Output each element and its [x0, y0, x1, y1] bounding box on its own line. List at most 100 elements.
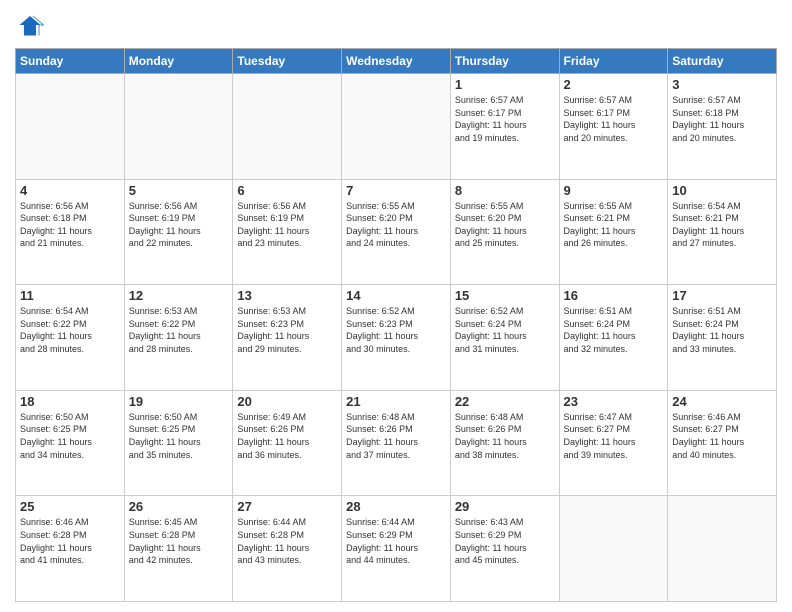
- calendar-cell: [668, 496, 777, 602]
- calendar-cell: [124, 74, 233, 180]
- day-number: 25: [20, 499, 120, 514]
- day-info: Sunrise: 6:55 AM Sunset: 6:20 PM Dayligh…: [455, 200, 555, 250]
- day-info: Sunrise: 6:50 AM Sunset: 6:25 PM Dayligh…: [20, 411, 120, 461]
- calendar-cell: 18 Sunrise: 6:50 AM Sunset: 6:25 PM Dayli…: [16, 390, 125, 496]
- calendar-cell: 28Sunrise: 6:44 AM Sunset: 6:29 PM Dayli…: [342, 496, 451, 602]
- calendar-day-header: Thursday: [450, 49, 559, 74]
- calendar-cell: 25 Sunrise: 6:46 AM Sunset: 6:28 PM Dayli…: [16, 496, 125, 602]
- day-number: 11: [20, 288, 120, 303]
- day-number: 6: [237, 183, 337, 198]
- calendar-cell: 7 Sunrise: 6:55 AM Sunset: 6:20 PM Daylig…: [342, 179, 451, 285]
- calendar-cell: 10 Sunrise: 6:54 AM Sunset: 6:21 PM Dayli…: [668, 179, 777, 285]
- calendar-day-header: Monday: [124, 49, 233, 74]
- calendar-cell: [342, 74, 451, 180]
- logo-icon: [15, 10, 45, 40]
- day-info: Sunrise: 6:56 AM Sunset: 6:18 PM Dayligh…: [20, 200, 120, 250]
- calendar-cell: 9 Sunrise: 6:55 AM Sunset: 6:21 PM Daylig…: [559, 179, 668, 285]
- day-number: 29: [455, 499, 555, 514]
- day-info: Sunrise: 6:54 AM Sunset: 6:22 PM Dayligh…: [20, 305, 120, 355]
- day-info: Sunrise: 6:53 AM Sunset: 6:23 PM Dayligh…: [237, 305, 337, 355]
- day-info: Sunrise: 6:51 AM Sunset: 6:24 PM Dayligh…: [672, 305, 772, 355]
- day-number: 3: [672, 77, 772, 92]
- calendar-week-row: 25 Sunrise: 6:46 AM Sunset: 6:28 PM Dayli…: [16, 496, 777, 602]
- calendar-cell: 17 Sunrise: 6:51 AM Sunset: 6:24 PM Dayli…: [668, 285, 777, 391]
- day-number: 9: [564, 183, 664, 198]
- day-number: 27: [237, 499, 337, 514]
- day-info: Sunrise: 6:47 AM Sunset: 6:27 PM Dayligh…: [564, 411, 664, 461]
- day-number: 16: [564, 288, 664, 303]
- day-info: Sunrise: 6:45 AM Sunset: 6:28 PM Dayligh…: [129, 516, 229, 566]
- day-number: 15: [455, 288, 555, 303]
- day-info: Sunrise: 6:53 AM Sunset: 6:22 PM Dayligh…: [129, 305, 229, 355]
- day-number: 18: [20, 394, 120, 409]
- calendar-cell: 16 Sunrise: 6:51 AM Sunset: 6:24 PM Dayli…: [559, 285, 668, 391]
- calendar-cell: 15Sunrise: 6:52 AM Sunset: 6:24 PM Dayli…: [450, 285, 559, 391]
- day-number: 1: [455, 77, 555, 92]
- calendar-cell: 14 Sunrise: 6:52 AM Sunset: 6:23 PM Dayli…: [342, 285, 451, 391]
- calendar-cell: 8 Sunrise: 6:55 AM Sunset: 6:20 PM Daylig…: [450, 179, 559, 285]
- day-number: 4: [20, 183, 120, 198]
- calendar-cell: [16, 74, 125, 180]
- day-info: Sunrise: 6:55 AM Sunset: 6:21 PM Dayligh…: [564, 200, 664, 250]
- day-info: Sunrise: 6:50 AM Sunset: 6:25 PM Dayligh…: [129, 411, 229, 461]
- day-info: Sunrise: 6:52 AM Sunset: 6:23 PM Dayligh…: [346, 305, 446, 355]
- calendar-cell: 21 Sunrise: 6:48 AM Sunset: 6:26 PM Dayli…: [342, 390, 451, 496]
- day-info: Sunrise: 6:44 AM Sunset: 6:28 PM Dayligh…: [237, 516, 337, 566]
- calendar-cell: 23 Sunrise: 6:47 AM Sunset: 6:27 PM Dayli…: [559, 390, 668, 496]
- calendar-header: SundayMondayTuesdayWednesdayThursdayFrid…: [16, 49, 777, 74]
- day-info: Sunrise: 6:48 AM Sunset: 6:26 PM Dayligh…: [346, 411, 446, 461]
- day-number: 14: [346, 288, 446, 303]
- calendar-day-header: Friday: [559, 49, 668, 74]
- calendar-cell: 3 Sunrise: 6:57 AM Sunset: 6:18 PM Daylig…: [668, 74, 777, 180]
- calendar-cell: 26 Sunrise: 6:45 AM Sunset: 6:28 PM Dayli…: [124, 496, 233, 602]
- day-number: 5: [129, 183, 229, 198]
- calendar-cell: 13Sunrise: 6:53 AM Sunset: 6:23 PM Dayli…: [233, 285, 342, 391]
- day-number: 21: [346, 394, 446, 409]
- day-number: 7: [346, 183, 446, 198]
- calendar-body: 1 Sunrise: 6:57 AM Sunset: 6:17 PM Daylig…: [16, 74, 777, 602]
- day-info: Sunrise: 6:57 AM Sunset: 6:17 PM Dayligh…: [455, 94, 555, 144]
- day-info: Sunrise: 6:48 AM Sunset: 6:26 PM Dayligh…: [455, 411, 555, 461]
- day-number: 20: [237, 394, 337, 409]
- calendar-day-header: Tuesday: [233, 49, 342, 74]
- day-info: Sunrise: 6:54 AM Sunset: 6:21 PM Dayligh…: [672, 200, 772, 250]
- calendar-cell: 22 Sunrise: 6:48 AM Sunset: 6:26 PM Dayli…: [450, 390, 559, 496]
- calendar-cell: 5Sunrise: 6:56 AM Sunset: 6:19 PM Daylig…: [124, 179, 233, 285]
- calendar-cell: 24Sunrise: 6:46 AM Sunset: 6:27 PM Dayli…: [668, 390, 777, 496]
- day-info: Sunrise: 6:49 AM Sunset: 6:26 PM Dayligh…: [237, 411, 337, 461]
- calendar-cell: 2 Sunrise: 6:57 AM Sunset: 6:17 PM Daylig…: [559, 74, 668, 180]
- day-number: 8: [455, 183, 555, 198]
- calendar-header-row: SundayMondayTuesdayWednesdayThursdayFrid…: [16, 49, 777, 74]
- day-info: Sunrise: 6:57 AM Sunset: 6:17 PM Dayligh…: [564, 94, 664, 144]
- calendar-cell: 20 Sunrise: 6:49 AM Sunset: 6:26 PM Dayli…: [233, 390, 342, 496]
- day-number: 19: [129, 394, 229, 409]
- calendar-day-header: Sunday: [16, 49, 125, 74]
- day-info: Sunrise: 6:51 AM Sunset: 6:24 PM Dayligh…: [564, 305, 664, 355]
- day-info: Sunrise: 6:46 AM Sunset: 6:28 PM Dayligh…: [20, 516, 120, 566]
- calendar-cell: 12 Sunrise: 6:53 AM Sunset: 6:22 PM Dayli…: [124, 285, 233, 391]
- day-info: Sunrise: 6:55 AM Sunset: 6:20 PM Dayligh…: [346, 200, 446, 250]
- calendar-week-row: 18 Sunrise: 6:50 AM Sunset: 6:25 PM Dayli…: [16, 390, 777, 496]
- day-info: Sunrise: 6:57 AM Sunset: 6:18 PM Dayligh…: [672, 94, 772, 144]
- calendar-week-row: 4 Sunrise: 6:56 AM Sunset: 6:18 PM Daylig…: [16, 179, 777, 285]
- calendar-cell: [559, 496, 668, 602]
- calendar-week-row: 1 Sunrise: 6:57 AM Sunset: 6:17 PM Daylig…: [16, 74, 777, 180]
- calendar-cell: [233, 74, 342, 180]
- calendar-cell: 11 Sunrise: 6:54 AM Sunset: 6:22 PM Dayli…: [16, 285, 125, 391]
- day-number: 26: [129, 499, 229, 514]
- day-number: 12: [129, 288, 229, 303]
- calendar-cell: 6Sunrise: 6:56 AM Sunset: 6:19 PM Daylig…: [233, 179, 342, 285]
- day-number: 23: [564, 394, 664, 409]
- day-number: 10: [672, 183, 772, 198]
- calendar-cell: 29Sunrise: 6:43 AM Sunset: 6:29 PM Dayli…: [450, 496, 559, 602]
- calendar-day-header: Wednesday: [342, 49, 451, 74]
- header: [15, 10, 777, 40]
- day-number: 2: [564, 77, 664, 92]
- day-number: 22: [455, 394, 555, 409]
- calendar-cell: 4 Sunrise: 6:56 AM Sunset: 6:18 PM Daylig…: [16, 179, 125, 285]
- page: SundayMondayTuesdayWednesdayThursdayFrid…: [0, 0, 792, 612]
- day-number: 24: [672, 394, 772, 409]
- day-number: 17: [672, 288, 772, 303]
- calendar-week-row: 11 Sunrise: 6:54 AM Sunset: 6:22 PM Dayli…: [16, 285, 777, 391]
- calendar-cell: 19 Sunrise: 6:50 AM Sunset: 6:25 PM Dayli…: [124, 390, 233, 496]
